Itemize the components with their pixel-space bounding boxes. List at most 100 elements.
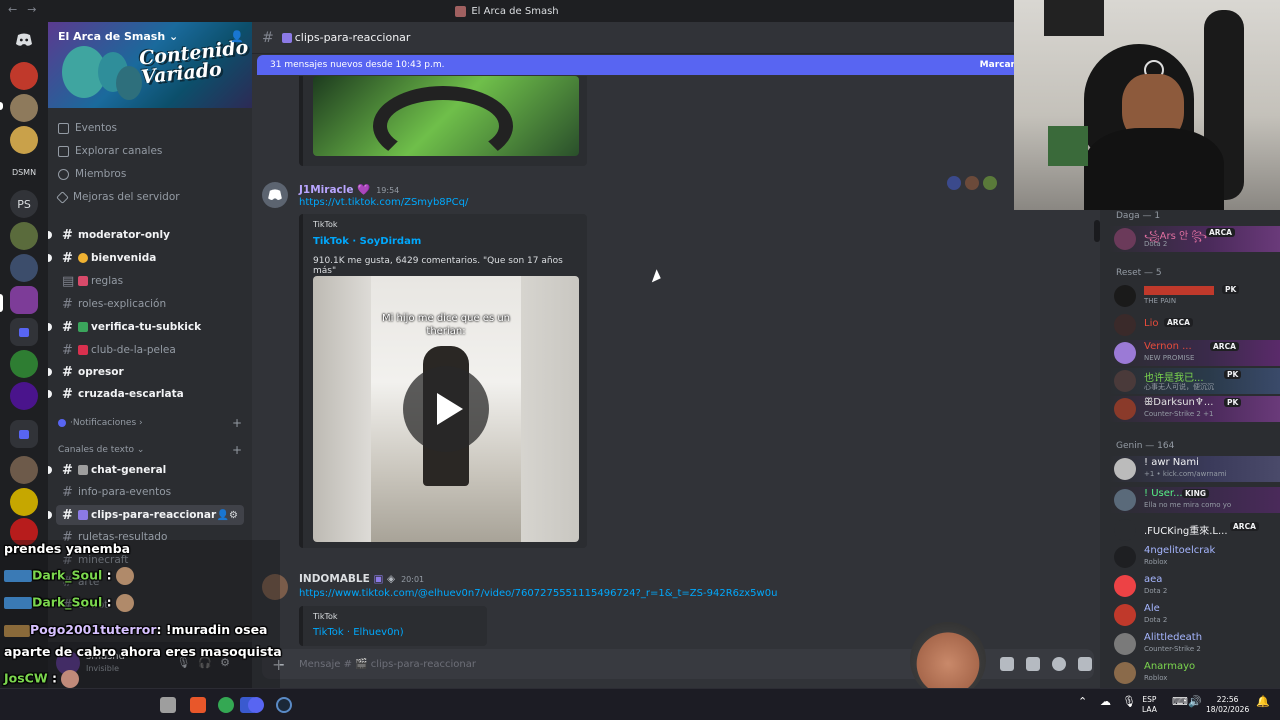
member-item[interactable]: Ale Dota 2 [1100,602,1280,628]
menu-browse-channels[interactable]: Explorar canales [58,145,162,157]
server-icon[interactable] [10,350,38,378]
avatar [1114,458,1136,480]
server-icon[interactable] [10,254,38,282]
channel-opresor[interactable]: # opresor [48,362,244,382]
video-thumbnail[interactable] [313,76,579,156]
server-name[interactable]: El Arca de Smash ⌄ [58,30,178,43]
server-icon[interactable] [10,62,38,90]
folder-icon[interactable] [10,318,38,346]
banner-title: Contenido Variado [138,36,250,89]
server-bingo-icon[interactable] [10,488,38,516]
forward-arrow-icon[interactable]: → [27,3,36,16]
add-channel-icon[interactable]: + [232,416,242,430]
sticker-icon[interactable] [1026,657,1040,671]
server-icon[interactable] [10,126,38,154]
channel-chat-general[interactable]: # chat-general [48,460,244,480]
language-indicator[interactable]: ESP LAA [1142,695,1157,715]
title-bar: ← → El Arca de Smash [0,0,1014,22]
server-icon[interactable] [10,456,38,484]
category-notificaciones[interactable]: · Notificaciones › + [58,416,242,430]
reactions[interactable] [947,176,997,190]
mark-read-button[interactable]: Marcar [980,60,1015,70]
clock[interactable]: 22:56 18/02/2026 [1206,695,1249,715]
channel-settings-icon[interactable]: 👤⚙ [217,510,238,521]
avatar [1114,228,1136,250]
menu-members[interactable]: Miembros [58,168,126,180]
wifi-icon[interactable]: ⌨ [1172,696,1188,707]
member-item[interactable]: 4ngelitoelcrak Roblox [1100,544,1280,570]
member-item[interactable]: ! awr Nami +1 • kick.com/awrnami [1100,456,1280,482]
volume-icon[interactable]: 🔊 [1188,696,1202,707]
channel-roles-explicacion[interactable]: # roles-explicación [56,294,244,314]
video-thumbnail[interactable]: Mi hijo me dice que es un therian: [313,276,579,542]
member-name: Anarmayo [1144,661,1196,672]
new-messages-bar[interactable]: 31 mensajes nuevos desde 10:43 p.m. Marc… [257,55,1019,75]
app-icon[interactable] [160,697,176,713]
discord-home-icon[interactable] [10,26,38,54]
embed-title[interactable]: TikTok · SoyDirdam [313,236,421,247]
channel-club-de-la-pelea[interactable]: # club-de-la-pelea [56,340,244,360]
member-tag: PK [1222,285,1240,294]
avatar[interactable] [262,182,288,208]
notification-icon[interactable]: 🔔 [1256,696,1270,707]
channel-cruzada-escarlata[interactable]: # cruzada-escarlata [48,384,244,404]
member-item[interactable]: Anarmayo Roblox [1100,660,1280,686]
message-author[interactable]: INDOMABLE ▣ ◈ 20:01 [299,573,424,585]
chrome-icon[interactable] [218,697,234,713]
category-canales-de-texto[interactable]: Canales de texto ⌄ + [58,443,242,457]
channel-reglas[interactable]: ▤ reglas [56,271,244,291]
member-item[interactable]: THE PAIN PK [1100,283,1280,309]
menu-events[interactable]: Eventos [58,122,117,134]
folder-icon[interactable] [10,420,38,448]
server-icon[interactable] [10,222,38,250]
emoji-icon [78,276,88,286]
server-banner[interactable]: El Arca de Smash ⌄ Contenido Variado 👤 [48,22,252,108]
channel-info-para-eventos[interactable]: # info-para-eventos [56,482,244,502]
channel-verifica-tu-subkick[interactable]: # verifica-tu-subkick [48,317,244,337]
brave-icon[interactable] [190,697,206,713]
add-channel-icon[interactable]: + [232,443,242,457]
member-item[interactable]: ꕥDarksun♆... Counter-Strike 2 +1 PK [1100,396,1280,422]
tray-network-icon[interactable]: ☁ [1100,696,1111,707]
emoji-picker-icon[interactable] [1052,657,1066,671]
member-tag: ARCA [1206,228,1235,237]
gif-icon[interactable] [1000,657,1014,671]
discord-taskbar-icon[interactable] [248,697,264,713]
channel-bienvenida[interactable]: # bienvenida [48,248,244,268]
embed-title[interactable]: TikTok · Elhuev0n) [313,627,404,638]
back-arrow-icon[interactable]: ← [8,3,17,16]
member-item[interactable]: Vernon ... NEW PROMISE ARCA [1100,340,1280,366]
avatar [1114,604,1136,626]
channel-moderator-only[interactable]: # moderator-only [48,225,244,245]
member-item[interactable]: 也许是我已... 心事无人可说，便沉沉 PK [1100,368,1280,394]
message-link[interactable]: https://www.tiktok.com/@elhuev0n7/video/… [299,588,777,599]
apps-icon[interactable] [1078,657,1092,671]
invite-icon[interactable]: 👤 [230,30,244,43]
avatar [1114,342,1136,364]
menu-boosts[interactable]: Mejoras del servidor [56,190,180,204]
tray-mic-icon[interactable]: 🎙 [1122,696,1136,707]
member-item[interactable]: aea Dota 2 [1100,573,1280,599]
channel-clips-para-reaccionar[interactable]: # clips-para-reaccionar 👤⚙ [48,505,244,525]
message-author[interactable]: J1Miracle 💜 19:54 [299,183,399,196]
tiktok-embed: TikTok TikTok · Elhuev0n) [299,606,487,646]
member-item[interactable]: ! User... Ella no me mira como yo KING [1100,487,1280,513]
server-icon[interactable] [10,94,38,122]
server-smash-icon[interactable] [10,382,38,410]
emote-icon [116,594,135,612]
member-name: ꕥDarksun♆... [1144,397,1214,408]
message-link[interactable]: https://vt.tiktok.com/ZSmyb8PCq/ [299,197,468,208]
server-arca-icon[interactable] [10,286,38,314]
member-name: .FUCKing重來.L... [1144,526,1228,537]
steam-icon[interactable] [276,697,292,713]
message-time: 20:01 [401,575,425,584]
tray-chevron-icon[interactable]: ⌃ [1078,696,1087,707]
play-icon[interactable] [403,366,489,452]
member-item[interactable]: Lio ARCA [1100,312,1280,338]
checkmark-icon [78,322,88,332]
member-item[interactable]: Alittledeath Counter-Strike 2 [1100,631,1280,657]
member-item[interactable]: .FUCKing重來.L... ARCA [1100,517,1280,543]
server-ps-icon[interactable]: PS [10,190,38,218]
server-dsmn-icon[interactable]: DSMN [10,158,38,186]
member-item[interactable]: ꧁Ars 안 ꧂ Dota 2 ARCA [1100,226,1280,252]
